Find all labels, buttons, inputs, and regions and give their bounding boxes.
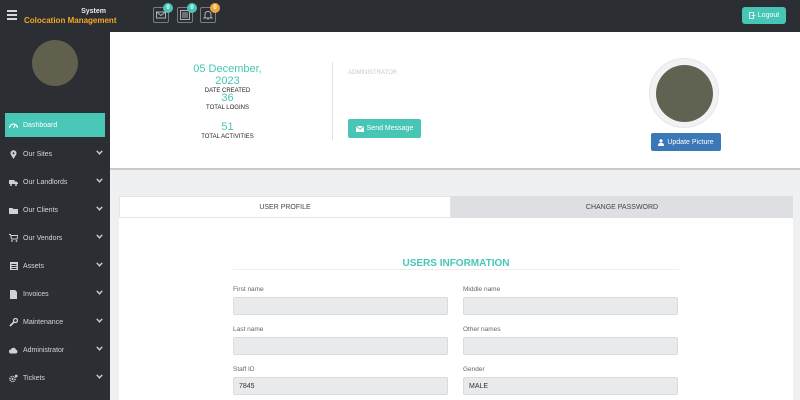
sidebar-item-label: Administrator <box>23 346 65 354</box>
logo-top-text: System <box>81 8 106 15</box>
sidebar-item-our-sites[interactable]: Our Sites <box>5 142 105 166</box>
logo-part2: Management <box>67 16 117 25</box>
profile-summary-card: 05 December, 2023 DATE CREATED 36 TOTAL … <box>110 32 800 168</box>
update-picture-button[interactable]: Update Picture <box>651 133 721 151</box>
staff-id-field[interactable]: 7845 <box>233 377 448 395</box>
tab-change-password[interactable]: CHANGE PASSWORD <box>451 196 793 218</box>
staff-id-label: Staff ID <box>233 366 255 373</box>
tab-label: CHANGE PASSWORD <box>585 203 659 211</box>
middle-name-label: Middle name <box>463 286 501 293</box>
sidebar: Dashboard Our Sites Our Landlords Our Cl… <box>0 32 110 400</box>
gender-field[interactable]: MALE <box>463 377 678 395</box>
logo-main-text: Colocation Management <box>24 16 116 25</box>
sidebar-item-label: Maintenance <box>23 318 64 326</box>
logout-icon <box>748 12 756 19</box>
list-icon <box>9 262 18 271</box>
total-activities-label: TOTAL ACTIVITIES <box>201 134 254 140</box>
section-separator <box>110 168 800 170</box>
sidebar-item-label: Our Sites <box>23 150 53 158</box>
tab-label: USER PROFILE <box>259 203 311 211</box>
chevron-down-icon <box>96 234 103 239</box>
dashboard-icon <box>9 121 18 130</box>
chevron-down-icon <box>96 178 103 183</box>
chevron-down-icon <box>96 290 103 295</box>
user-role: ADMINISTRATOR <box>348 70 398 76</box>
alerts-count-badge: 0 <box>210 3 220 13</box>
total-logins-stat: 36 TOTAL LOGINS <box>185 92 270 111</box>
profile-picture-frame <box>649 58 719 128</box>
messages-count-badge: 0 <box>163 3 173 13</box>
cogs-icon <box>9 374 18 383</box>
title-underline <box>233 269 679 270</box>
sidebar-item-our-landlords[interactable]: Our Landlords <box>5 170 105 194</box>
sidebar-item-label: Assets <box>23 262 45 270</box>
sidebar-item-invoices[interactable]: Invoices <box>5 282 105 306</box>
other-names-label: Other names <box>463 326 501 333</box>
sidebar-item-our-clients[interactable]: Our Clients <box>5 198 105 222</box>
sidebar-item-our-vendors[interactable]: Our Vendors <box>5 226 105 250</box>
wrench-icon <box>9 317 18 327</box>
file-icon <box>9 289 18 299</box>
messages-button[interactable]: 0 <box>153 3 173 23</box>
hamburger-menu-icon[interactable] <box>7 10 17 20</box>
alerts-button[interactable]: 0 <box>200 3 220 23</box>
update-picture-label: Update Picture <box>667 138 714 146</box>
first-name-label: First name <box>233 286 264 293</box>
tasks-count-badge: 0 <box>187 3 197 13</box>
logout-button[interactable]: Logout <box>742 7 786 24</box>
send-message-button[interactable]: Send Message <box>348 119 421 138</box>
chevron-down-icon <box>96 346 103 351</box>
other-names-field[interactable] <box>463 337 678 355</box>
sidebar-item-label: Dashboard <box>23 121 58 129</box>
sidebar-item-administrator[interactable]: Administrator <box>5 338 105 362</box>
date-created-stat: 05 December, 2023 DATE CREATED <box>185 63 270 94</box>
send-message-label: Send Message <box>366 125 414 132</box>
top-bar: System Colocation Management 0 0 0 Logou… <box>0 0 800 32</box>
map-marker-icon <box>9 149 18 159</box>
envelope-icon <box>355 125 364 132</box>
sidebar-avatar[interactable] <box>32 40 78 86</box>
logout-label: Logout <box>757 12 780 19</box>
chevron-down-icon <box>96 374 103 379</box>
cart-icon <box>9 234 18 243</box>
profile-picture <box>656 65 713 122</box>
chevron-down-icon <box>96 318 103 323</box>
user-icon <box>658 138 665 146</box>
total-logins-value: 36 <box>221 92 234 104</box>
sidebar-item-assets[interactable]: Assets <box>5 254 105 278</box>
truck-icon <box>9 178 18 187</box>
chevron-down-icon <box>96 262 103 267</box>
chevron-down-icon <box>96 150 103 155</box>
sidebar-item-label: Tickets <box>23 374 45 382</box>
sidebar-item-dashboard[interactable]: Dashboard <box>5 113 105 137</box>
first-name-field[interactable] <box>233 297 448 315</box>
app-logo[interactable]: System Colocation Management <box>24 8 116 28</box>
sidebar-item-label: Invoices <box>23 290 49 298</box>
folder-icon <box>9 206 18 215</box>
gender-label: Gender <box>463 366 485 373</box>
tab-user-profile[interactable]: USER PROFILE <box>119 196 451 218</box>
sidebar-item-maintenance[interactable]: Maintenance <box>5 310 105 334</box>
date-created-value: 05 December, 2023 <box>193 63 262 87</box>
sidebar-item-label: Our Landlords <box>23 178 68 186</box>
last-name-field[interactable] <box>233 337 448 355</box>
last-name-label: Last name <box>233 326 264 333</box>
tasks-button[interactable]: 0 <box>177 3 197 23</box>
middle-name-field[interactable] <box>463 297 678 315</box>
sidebar-item-label: Our Vendors <box>23 234 63 242</box>
user-info-form: USERS INFORMATION First name Middle name… <box>119 218 793 400</box>
total-activities-stat: 51 TOTAL ACTIVITIES <box>185 121 270 140</box>
total-logins-label: TOTAL LOGINS <box>206 105 249 111</box>
sidebar-item-tickets[interactable]: Tickets <box>5 366 105 390</box>
total-activities-value: 51 <box>221 121 234 133</box>
chevron-down-icon <box>96 206 103 211</box>
form-title: USERS INFORMATION <box>402 258 510 269</box>
cloud-icon <box>9 346 18 355</box>
divider <box>332 62 333 140</box>
logo-part1: Colocation <box>24 16 66 25</box>
profile-tabs: USER PROFILE CHANGE PASSWORD <box>119 196 793 218</box>
sidebar-item-label: Our Clients <box>23 206 59 214</box>
